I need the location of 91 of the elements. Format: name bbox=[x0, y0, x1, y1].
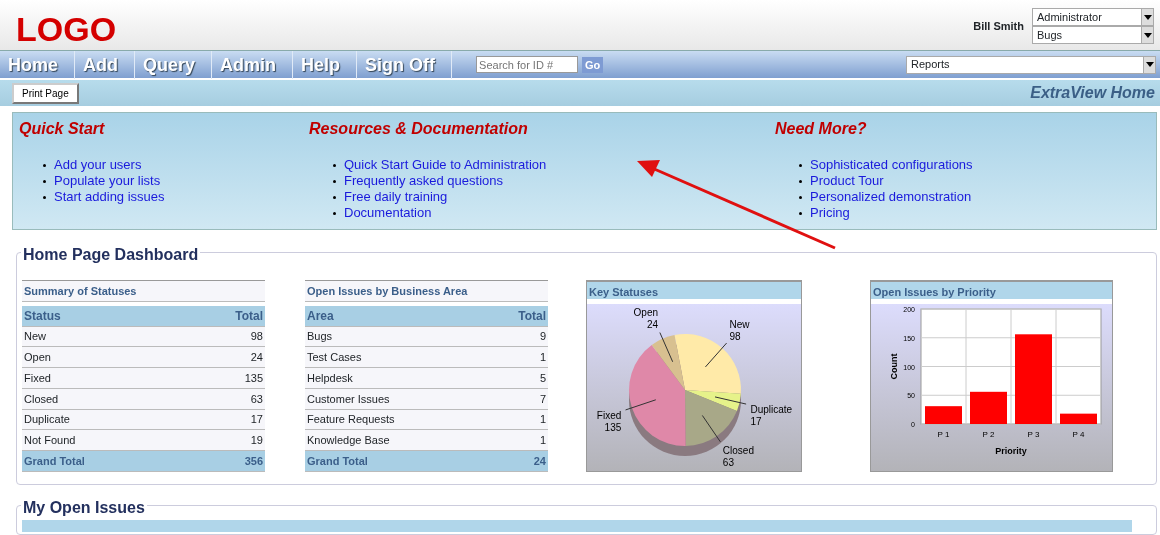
table-cell: 1 bbox=[485, 429, 548, 451]
column-header: Status bbox=[22, 306, 186, 327]
role-select[interactable]: Administrator bbox=[1032, 8, 1154, 26]
bar bbox=[1060, 413, 1097, 424]
table-cell: Helpdesk bbox=[305, 367, 486, 389]
chart-title: Open Issues by Priority bbox=[871, 281, 1112, 299]
table-cell: Knowledge Base bbox=[305, 429, 486, 451]
axis-title: Count bbox=[889, 353, 899, 380]
link[interactable]: Quick Start Guide to Administration bbox=[344, 157, 547, 173]
link[interactable]: Documentation bbox=[344, 205, 432, 221]
table-cell: Fixed bbox=[22, 367, 186, 389]
data-label: Open 24 bbox=[633, 307, 659, 331]
table-cell: 9 bbox=[485, 326, 548, 347]
bullet-icon bbox=[799, 179, 802, 183]
table-cell: 1 bbox=[485, 409, 548, 430]
reports-select[interactable]: Reports bbox=[906, 55, 1156, 74]
table-cell: 7 bbox=[485, 388, 548, 410]
bullet-icon bbox=[43, 195, 46, 199]
print-button[interactable]: Print Page bbox=[12, 82, 79, 104]
table-cell: Grand Total bbox=[22, 450, 186, 472]
chart-title: Key Statuses bbox=[587, 281, 801, 299]
search-field[interactable]: Search for ID # bbox=[476, 56, 579, 73]
table-cell: Closed bbox=[22, 388, 186, 410]
data-label: Fixed 135 bbox=[596, 410, 622, 434]
table-title: Summary of Statuses bbox=[22, 280, 265, 302]
bullet-icon bbox=[333, 163, 336, 167]
leader-line bbox=[659, 332, 674, 363]
table-cell: Duplicate bbox=[22, 409, 186, 430]
bullet-icon bbox=[799, 163, 802, 167]
leader-line bbox=[701, 414, 721, 443]
section-title: Resources & Documentation bbox=[309, 119, 529, 139]
bullet-icon bbox=[333, 195, 336, 199]
column-header: Area bbox=[305, 306, 486, 327]
link[interactable]: Populate your lists bbox=[54, 173, 161, 189]
link[interactable]: Start adding issues bbox=[54, 189, 165, 205]
table-cell: Grand Total bbox=[305, 450, 486, 472]
leader-line bbox=[625, 399, 657, 411]
bullet-icon bbox=[43, 179, 46, 183]
link[interactable]: Add your users bbox=[54, 157, 142, 173]
bullet-icon bbox=[43, 163, 46, 167]
tick-label: P 1 bbox=[937, 430, 950, 439]
link[interactable]: Frequently asked questions bbox=[344, 173, 503, 189]
table-cell: Customer Issues bbox=[305, 388, 486, 410]
table-cell: 5 bbox=[485, 367, 548, 389]
leader-line bbox=[714, 396, 747, 405]
table-cell: 24 bbox=[185, 346, 265, 368]
table-cell: 24 bbox=[485, 450, 548, 472]
table-cell: New bbox=[22, 326, 186, 347]
table-cell: Open bbox=[22, 346, 186, 368]
leader-line bbox=[704, 342, 728, 368]
user-name: Bill Smith bbox=[973, 19, 1024, 34]
tick-label: P 2 bbox=[982, 430, 995, 439]
link[interactable]: Pricing bbox=[810, 205, 850, 221]
bullet-icon bbox=[333, 179, 336, 183]
data-label: Duplicate 17 bbox=[750, 404, 793, 428]
table-cell: 98 bbox=[185, 326, 265, 347]
dropdown-arrow-icon bbox=[1145, 62, 1154, 67]
link[interactable]: Product Tour bbox=[810, 173, 884, 189]
project-select[interactable]: Bugs bbox=[1032, 26, 1154, 44]
column-header: Total bbox=[485, 306, 548, 327]
table-cell: 19 bbox=[185, 429, 265, 451]
dropdown-arrow-icon bbox=[1143, 14, 1152, 20]
column-header: Total bbox=[185, 306, 265, 327]
tick-label: P 3 bbox=[1027, 430, 1040, 439]
table-cell: 356 bbox=[185, 450, 265, 472]
table-cell: Feature Requests bbox=[305, 409, 486, 430]
table-cell: 17 bbox=[185, 409, 265, 430]
axis-title: Priority bbox=[995, 446, 1027, 456]
dropdown-arrow-icon bbox=[1143, 32, 1152, 38]
page-title: ExtraView Home bbox=[1030, 83, 1155, 103]
table-cell: Test Cases bbox=[305, 346, 486, 368]
section-title: Quick Start bbox=[19, 119, 106, 139]
bar bbox=[925, 406, 962, 424]
logo: LOGO bbox=[16, 12, 117, 50]
bar bbox=[970, 391, 1007, 424]
bullet-icon bbox=[333, 211, 336, 215]
link[interactable]: Sophisticated configurations bbox=[810, 157, 973, 173]
bullet-icon bbox=[799, 211, 802, 215]
tick-label: P 4 bbox=[1072, 430, 1085, 439]
table-title: Open Issues by Business Area bbox=[305, 280, 548, 302]
bullet-icon bbox=[799, 195, 802, 199]
section-title: Need More? bbox=[775, 119, 868, 139]
table-cell: Bugs bbox=[305, 326, 486, 347]
data-label: New 98 bbox=[729, 318, 750, 342]
table-cell: Not Found bbox=[22, 429, 186, 451]
link[interactable]: Free daily training bbox=[344, 189, 448, 205]
table-cell: 63 bbox=[185, 388, 265, 410]
data-label: Closed 63 bbox=[722, 444, 754, 468]
table-cell: 1 bbox=[485, 346, 548, 368]
link[interactable]: Personalized demonstration bbox=[810, 189, 972, 205]
table-cell: 135 bbox=[185, 367, 265, 389]
